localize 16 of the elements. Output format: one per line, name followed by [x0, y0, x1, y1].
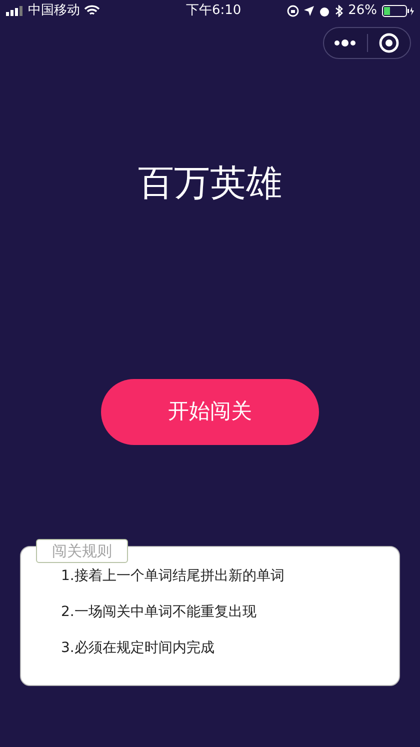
rule-text: 2.一场闯关中单词不能重复出现	[61, 603, 258, 622]
more-icon	[334, 39, 356, 47]
game-title: 百万英雄	[137, 162, 283, 206]
carrier-name: 中国移动	[28, 2, 80, 20]
rule-text: 3.必须在规定时间内完成	[61, 639, 216, 658]
wifi-icon	[84, 5, 100, 17]
rotation-lock-icon	[287, 5, 300, 17]
signal-icon	[6, 6, 24, 16]
rule-text: 1.接着上一个单词结尾拼出新的单词	[61, 567, 286, 586]
status-time: 下午6:10	[186, 2, 242, 20]
target-icon	[378, 33, 399, 53]
start-button[interactable]: 开始闯关	[101, 379, 319, 445]
bluetooth-icon	[335, 5, 344, 17]
battery-icon	[382, 5, 414, 17]
battery-percent: 26%	[348, 2, 377, 20]
location-icon	[304, 6, 314, 16]
